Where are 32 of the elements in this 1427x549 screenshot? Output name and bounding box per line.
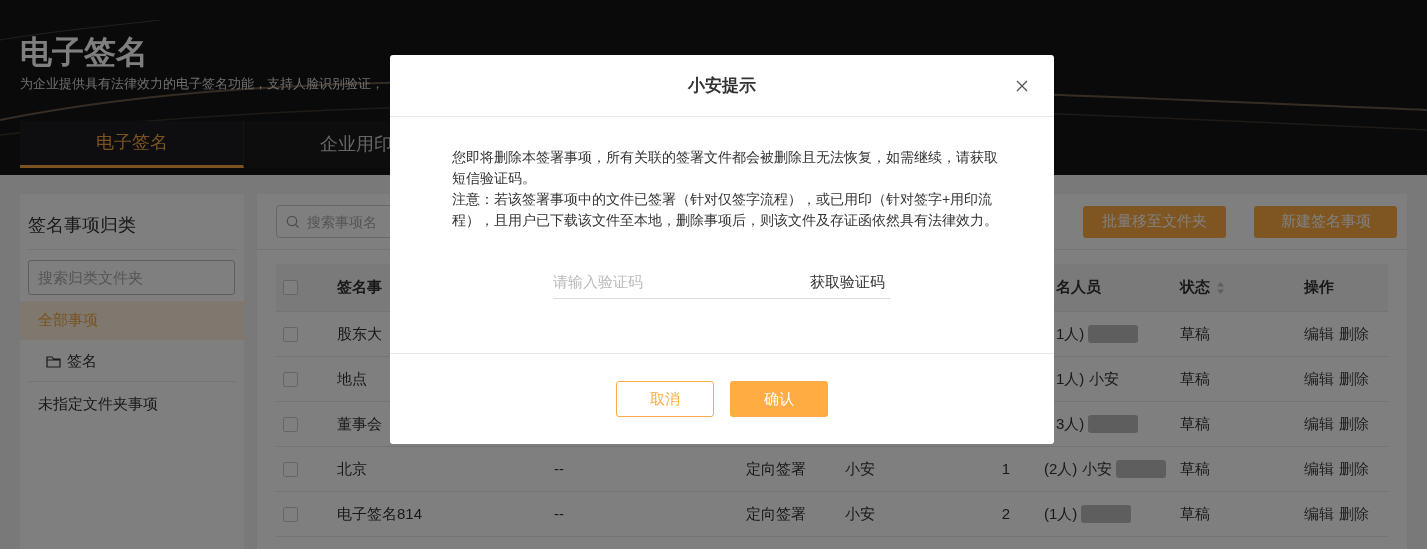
table-cell-text: 1人) bbox=[1056, 323, 1085, 344]
table-cell-text: 草稿 bbox=[1180, 503, 1210, 524]
table-cell-text: 地点 bbox=[337, 368, 367, 389]
table-cell-text: -- bbox=[554, 503, 564, 524]
dialog-title: 小安提示 bbox=[688, 74, 756, 97]
table-cell-text: 1人) 小安 bbox=[1056, 368, 1119, 389]
table-cell-text: 草稿 bbox=[1180, 323, 1210, 344]
table-cell-text: 董事会 bbox=[337, 413, 382, 434]
table-cell-text: -- bbox=[554, 458, 564, 479]
table-cell-text: 草稿 bbox=[1180, 413, 1210, 434]
column-header: 签名事 bbox=[337, 277, 382, 298]
table-cell-text: 电子签名814 bbox=[337, 503, 423, 524]
dialog-message: 注意：若该签署事项中的文件已签署（针对仅签字流程），或已用印（针对签字+用印流程），且用户已下载该文件至本地，删除事项后，则该文件及存证函依然具有法律效力。 bbox=[452, 190, 999, 230]
table-cell-text: 定向签署 bbox=[746, 503, 806, 524]
page-subtitle: 为企业提供具有法律效力的电子签名功能，支持人脸识别验证， bbox=[20, 75, 385, 93]
table-cell-text: 股东大 bbox=[337, 323, 382, 344]
table-cell-text: 北京 bbox=[337, 458, 367, 479]
table-cell-text: 草稿 bbox=[1180, 458, 1210, 479]
table-cell-text: 小安 bbox=[845, 503, 875, 524]
table-cell-text: 草稿 bbox=[1180, 368, 1210, 389]
table-cell-text: 3人) bbox=[1056, 413, 1085, 434]
column-header: 状态 bbox=[1180, 277, 1210, 298]
table-cell-text: (1人) bbox=[1044, 503, 1078, 524]
column-header: 名人员 bbox=[1056, 277, 1101, 298]
column-header: 操作 bbox=[1304, 277, 1334, 298]
table-cell-text: (2人) 小安 bbox=[1044, 458, 1112, 479]
sidebar-title: 签名事项归类 bbox=[28, 194, 236, 250]
table-cell-text: 小安 bbox=[845, 458, 875, 479]
table-cell-text: 定向签署 bbox=[746, 458, 806, 479]
table-cell-text: 2 bbox=[1001, 503, 1010, 524]
page-title: 电子签名 bbox=[20, 33, 149, 72]
table-cell-text: 1 bbox=[1001, 458, 1010, 479]
